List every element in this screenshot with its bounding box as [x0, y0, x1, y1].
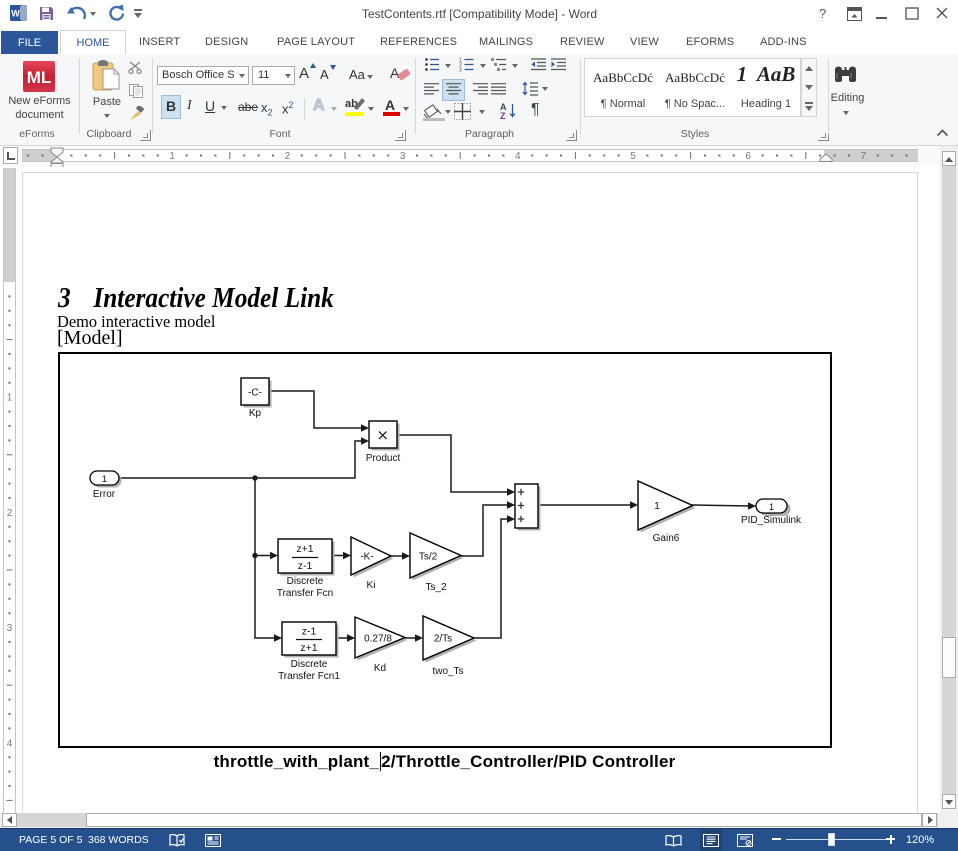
svg-text:Kp: Kp	[249, 408, 262, 419]
svg-text:z-1: z-1	[302, 626, 317, 638]
svg-text:3: 3	[459, 68, 462, 73]
svg-text:z+1: z+1	[300, 642, 317, 654]
svg-text:-C-: -C-	[248, 388, 262, 399]
svg-text:4: 4	[515, 151, 521, 162]
svg-text:7: 7	[861, 151, 867, 162]
svg-text:5: 5	[630, 151, 636, 162]
svg-text:Discrete: Discrete	[287, 576, 324, 587]
svg-text:Transfer Fcn: Transfer Fcn	[277, 588, 333, 599]
svg-text:Ts/2: Ts/2	[419, 552, 438, 563]
svg-text:z-1: z-1	[298, 560, 313, 572]
svg-text:2: 2	[285, 151, 291, 162]
svg-text:Ki: Ki	[367, 580, 376, 591]
svg-text:Z: Z	[500, 111, 506, 120]
svg-text:ML: ML	[27, 68, 52, 87]
svg-text:2: 2	[7, 508, 13, 519]
svg-text:0.27/8: 0.27/8	[364, 634, 392, 645]
svg-text:PID_Simulink: PID_Simulink	[741, 515, 802, 526]
svg-text:z+1: z+1	[296, 543, 313, 555]
svg-text:4: 4	[7, 738, 13, 749]
svg-text:Kd: Kd	[374, 663, 386, 674]
svg-text:-K-: -K-	[360, 552, 373, 563]
svg-text:1: 1	[169, 151, 175, 162]
svg-text:Product: Product	[366, 453, 401, 464]
svg-text:1: 1	[7, 393, 13, 404]
svg-text:Transfer Fcn1: Transfer Fcn1	[278, 671, 340, 682]
svg-text:W: W	[11, 9, 20, 19]
svg-text:Discrete: Discrete	[291, 659, 328, 670]
svg-text:Gain6: Gain6	[653, 533, 680, 544]
svg-text:3: 3	[400, 151, 406, 162]
svg-text:1: 1	[654, 501, 660, 512]
svg-text:Error: Error	[93, 489, 116, 500]
svg-text:2/Ts: 2/Ts	[434, 634, 452, 645]
svg-text:6: 6	[745, 151, 751, 162]
svg-text:Ts_2: Ts_2	[425, 582, 447, 593]
svg-text:1: 1	[102, 474, 107, 485]
svg-text:two_Ts: two_Ts	[432, 666, 463, 677]
svg-text:3: 3	[7, 623, 13, 634]
svg-text:1: 1	[769, 502, 774, 513]
